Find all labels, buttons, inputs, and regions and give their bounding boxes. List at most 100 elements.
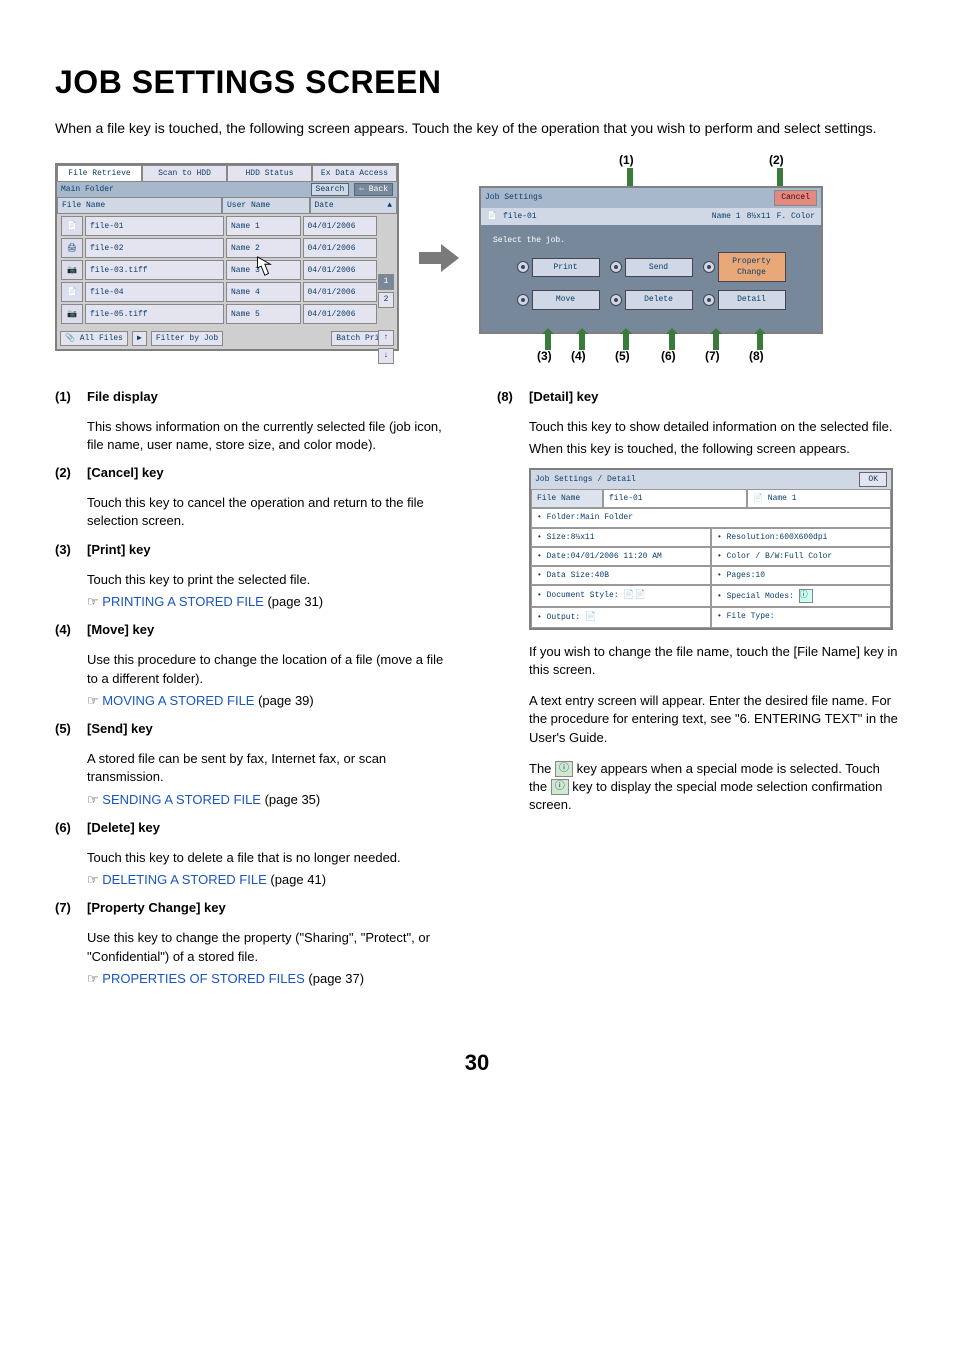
cancel-button[interactable]: Cancel [774,190,817,205]
back-button[interactable]: ⇦ Back [354,183,393,196]
job-icon: 📄 [487,211,497,222]
detail-cell: • File Type: [711,607,891,628]
item-link-line: ☞ PROPERTIES OF STORED FILES (page 37) [87,970,457,988]
special-mode-icon: ⓘ [551,779,569,795]
item-number: (3) [55,541,87,561]
header-date[interactable]: Date▲ [310,197,398,214]
detail-cell: • Date:04/01/2006 11:20 AM [531,547,711,566]
item-desc: Use this procedure to change the locatio… [87,651,457,687]
header-user-name[interactable]: User Name [222,197,310,214]
expand-button[interactable]: ▶ [132,331,147,346]
print-button[interactable]: Print [532,258,600,277]
user-name-cell: Name 5 [226,304,301,324]
color-value: F. Color [777,211,815,222]
job-icon: 📷 [61,260,83,280]
file-name-cell: file-01 [85,216,224,236]
radio-icon [517,294,529,306]
item-desc: Touch this key to print the selected fil… [87,571,457,589]
header-file-name[interactable]: File Name [57,197,222,214]
job-settings-panel: Job Settings Cancel 📄 file-01 Name 1 8½x… [479,186,823,333]
property-change-button[interactable]: Property Change [718,252,786,282]
radio-icon [610,261,622,273]
detail-row: • Document Style: 📄📄• Special Modes: ⓘ [531,585,891,607]
move-button[interactable]: Move [532,290,600,309]
all-files-button[interactable]: 📎 All Files [60,331,128,346]
file-name-value: file-01 [603,489,747,508]
item-number: (6) [55,819,87,839]
cross-ref-link[interactable]: PROPERTIES OF STORED FILES [102,971,305,986]
date-cell: 04/01/2006 [303,282,378,302]
delete-button[interactable]: Delete [625,290,693,309]
sort-icon: ▲ [387,200,392,211]
after-detail-p3: The ⓘ key appears when a special mode is… [529,760,899,815]
detail-cell: • Pages:10 [711,566,891,585]
cross-ref-link[interactable]: PRINTING A STORED FILE [102,594,264,609]
user-name-cell: Name 4 [226,282,301,302]
special-mode-icon[interactable]: ⓘ [799,589,813,603]
detail-cell: • Output: 📄 [531,607,711,628]
callout-label: (1) [619,152,634,169]
page-title: JOB SETTINGS SCREEN [55,60,899,105]
ok-button[interactable]: OK [859,472,887,487]
detail-panel: Job Settings / Detail OK File Name file-… [529,468,893,630]
item-title: File display [87,388,457,406]
callout-arrow-icon [627,168,633,188]
send-button[interactable]: Send [625,258,693,277]
item-number: (5) [55,720,87,740]
file-name-cell: file-03.tiff [85,260,224,280]
touch-cursor-icon [252,255,274,279]
tab-ex-data-access[interactable]: Ex Data Access [312,165,397,182]
radio-icon [610,294,622,306]
detail-cell: • Size:8½x11 [531,528,711,547]
item-number: (8) [497,388,529,408]
detail-cell: • Folder:Main Folder [531,508,891,527]
item-desc: A stored file can be sent by fax, Intern… [87,750,457,786]
pointer-icon: ☞ [87,594,102,609]
filter-by-job-button[interactable]: Filter by Job [151,331,223,346]
table-row[interactable]: 📷 file-05.tiff Name 5 04/01/2006 [59,304,379,326]
date-cell: 04/01/2006 [303,260,378,280]
left-column: (1)File display This shows information on… [55,388,457,999]
scroll-up-button[interactable]: ↑ [378,330,394,346]
page-ref: (page 31) [264,594,323,609]
tab-hdd-status[interactable]: HDD Status [227,165,312,182]
list-item: (1)File display [55,388,457,408]
item-title: [Property Change] key [87,899,457,917]
cross-ref-link[interactable]: MOVING A STORED FILE [102,693,254,708]
right-column: (8) [Detail] key Touch this key to show … [497,388,899,999]
cross-ref-link[interactable]: DELETING A STORED FILE [102,872,266,887]
table-row[interactable]: 📄 file-04 Name 4 04/01/2006 [59,282,379,304]
item-number: (2) [55,464,87,484]
pointer-icon: ☞ [87,693,102,708]
detail-row: • Size:8½x11• Resolution:600X600dpi [531,528,891,547]
user-name-cell: Name 1 [226,216,301,236]
file-name-cell: file-04 [85,282,224,302]
table-row[interactable]: 📄 file-01 Name 1 04/01/2006 [59,216,379,238]
pointer-icon: ☞ [87,872,102,887]
callout-label: (5) [615,348,630,365]
item-number: (4) [55,621,87,641]
page-number: 30 [55,1048,899,1079]
detail-row: • Date:04/01/2006 11:20 AM• Color / B/W:… [531,547,891,566]
file-name-value: file-01 [503,211,537,222]
callout-label: (6) [661,348,676,365]
date-cell: 04/01/2006 [303,238,378,258]
search-button[interactable]: Search [311,183,350,196]
detail-row: • Output: 📄• File Type: [531,607,891,628]
cross-ref-link[interactable]: SENDING A STORED FILE [102,792,261,807]
file-name-key[interactable]: File Name [531,489,603,508]
detail-row: • Folder:Main Folder [531,508,891,527]
table-row[interactable]: 📷 file-03.tiff Name 3 04/01/2006 [59,260,379,282]
tab-file-retrieve[interactable]: File Retrieve [57,165,142,182]
folder-label: Main Folder [61,184,114,195]
list-item: (6)[Delete] key [55,819,457,839]
item-desc: This shows information on the currently … [87,418,457,454]
table-row[interactable]: 🖨 file-02 Name 2 04/01/2006 [59,238,379,260]
detail-cell: • Data Size:40B [531,566,711,585]
callout-label: (2) [769,152,784,169]
detail-breadcrumb: Job Settings / Detail [535,474,636,485]
list-item: (4)[Move] key [55,621,457,641]
tab-scan-to-hdd[interactable]: Scan to HDD [142,165,227,182]
scroll-down-button[interactable]: ↓ [378,348,394,364]
detail-button[interactable]: Detail [718,290,786,309]
